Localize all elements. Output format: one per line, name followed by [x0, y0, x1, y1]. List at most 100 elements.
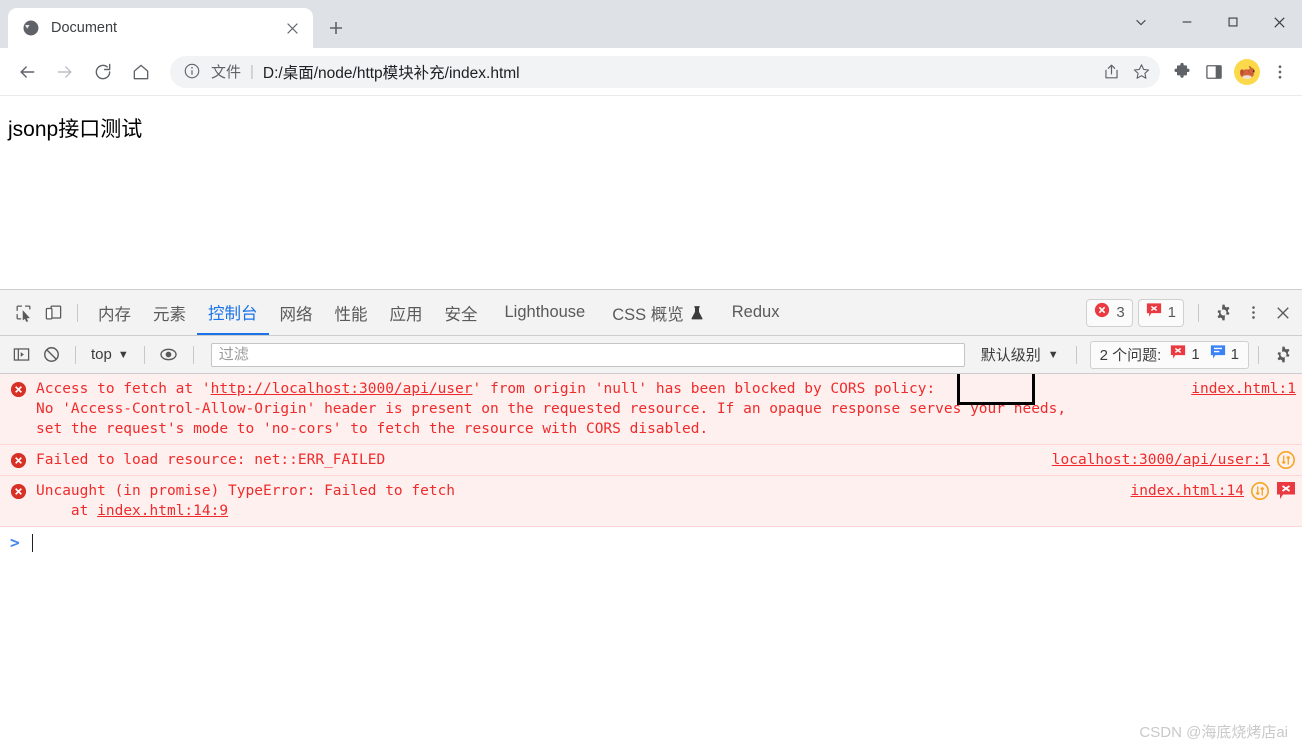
- tab-console[interactable]: 控制台: [197, 290, 269, 335]
- console-filter-input[interactable]: [210, 342, 965, 367]
- prompt-caret-icon: >: [10, 533, 20, 552]
- console-message-source[interactable]: index.html:1: [1191, 379, 1296, 399]
- tab-strip: Document: [0, 0, 351, 48]
- issue-bubble-icon: [1146, 302, 1162, 323]
- side-panel-icon[interactable]: [1198, 55, 1230, 89]
- tab-security[interactable]: 安全: [434, 290, 489, 335]
- issue-count-badge[interactable]: 1: [1137, 298, 1184, 327]
- address-bar[interactable]: 文件 | D:/桌面/node/http模块补充/index.html: [170, 55, 1160, 88]
- omnibox-actions: [1096, 57, 1156, 87]
- toolbar-divider: [77, 303, 78, 322]
- console-message-row[interactable]: Access to fetch at 'http://localhost:300…: [0, 374, 1302, 445]
- msg0-url-link[interactable]: http://localhost:3000/api/user: [211, 381, 473, 397]
- filter-divider-4: [1075, 345, 1077, 364]
- issues-summary-pill[interactable]: 2 个问题: 1 1: [1089, 340, 1249, 369]
- url-separator: |: [250, 63, 254, 80]
- url-text: D:/桌面/node/http模块补充/index.html: [262, 64, 520, 82]
- filter-divider-2: [143, 345, 145, 364]
- maximize-icon[interactable]: [1210, 0, 1256, 44]
- tab-memory[interactable]: 内存: [87, 290, 142, 335]
- execution-context-label: top: [91, 346, 112, 363]
- title-bar: Document: [0, 0, 1302, 48]
- star-icon[interactable]: [1126, 57, 1156, 87]
- filter-divider-1: [75, 345, 76, 364]
- gear-icon[interactable]: [1208, 298, 1238, 328]
- browser-tab[interactable]: Document: [8, 8, 313, 48]
- tab-close-icon[interactable]: [281, 17, 303, 39]
- tab-redux[interactable]: Redux: [715, 290, 797, 335]
- chevron-down-icon: ▼: [1047, 348, 1059, 361]
- msg2-stack-link[interactable]: index.html:14:9: [97, 503, 228, 519]
- dog-avatar[interactable]: [1234, 58, 1260, 85]
- console-message-row[interactable]: Failed to load resource: net::ERR_FAILED…: [0, 445, 1302, 476]
- error-circle-icon: [10, 452, 28, 470]
- console-sidebar-icon[interactable]: [6, 340, 36, 370]
- console-message-text: Uncaught (in promise) TypeError: Failed …: [36, 481, 1121, 521]
- network-issue-icon[interactable]: [1250, 481, 1270, 501]
- execution-context-selector[interactable]: top ▼: [85, 346, 135, 363]
- error-circle-icon: [10, 381, 28, 399]
- tab-title: Document: [51, 20, 118, 36]
- prompt-text-cursor: [31, 533, 33, 552]
- clear-console-icon[interactable]: [36, 340, 66, 370]
- issue-bubble-icon[interactable]: [1276, 481, 1296, 501]
- console-prompt-row[interactable]: >: [0, 527, 1302, 558]
- inspect-element-icon[interactable]: [8, 298, 38, 328]
- window-controls: [1118, 0, 1302, 44]
- forward-button[interactable]: [48, 55, 82, 89]
- devtools-close-icon[interactable]: [1268, 298, 1298, 328]
- network-issue-icon[interactable]: [1276, 450, 1296, 470]
- log-level-label: 默认级别: [980, 347, 1041, 364]
- console-message-source[interactable]: index.html:14: [1131, 481, 1245, 501]
- devtools-tab-bar: 内存 元素 控制台 网络 性能 应用 安全 Lighthouse CSS 概览 …: [0, 290, 1302, 336]
- filter-divider-3: [192, 345, 194, 364]
- error-circle-icon: [1094, 302, 1110, 323]
- back-button[interactable]: [10, 55, 44, 89]
- issue-bubble-icon: [1170, 344, 1186, 365]
- msg0-seg0: Access to fetch at ': [36, 381, 211, 397]
- console-message-text: Failed to load resource: net::ERR_FAILED: [36, 452, 386, 468]
- console-message-text: Access to fetch at 'http://localhost:300…: [36, 379, 1181, 439]
- live-expression-icon[interactable]: [154, 340, 184, 370]
- console-message-list: Access to fetch at 'http://localhost:300…: [0, 374, 1302, 751]
- tab-lighthouse[interactable]: Lighthouse: [489, 290, 602, 335]
- console-message-source-area: index.html:14: [1121, 481, 1297, 521]
- puzzle-icon[interactable]: [1166, 55, 1198, 89]
- console-message-source-area: index.html:1: [1181, 379, 1296, 439]
- page-heading: jsonp接口测试: [8, 118, 143, 141]
- error-count-badge[interactable]: 3: [1086, 298, 1133, 327]
- tab-css-overview[interactable]: CSS 概览: [601, 290, 715, 335]
- console-filter-bar: top ▼ 默认级别 ▼ 2 个问题:: [0, 336, 1302, 374]
- info-circle-icon[interactable]: [183, 62, 203, 82]
- minimize-icon[interactable]: [1164, 0, 1210, 44]
- browser-toolbar: 文件 | D:/桌面/node/http模块补充/index.html: [0, 48, 1302, 96]
- tab-performance[interactable]: 性能: [324, 290, 379, 335]
- log-level-selector[interactable]: 默认级别 ▼: [973, 344, 1067, 365]
- home-button[interactable]: [124, 55, 158, 89]
- close-window-icon[interactable]: [1256, 0, 1302, 44]
- console-settings-gear-icon[interactable]: [1268, 340, 1298, 370]
- error-circle-icon: [10, 483, 28, 501]
- share-icon[interactable]: [1096, 57, 1126, 87]
- tab-elements[interactable]: 元素: [142, 290, 197, 335]
- reload-button[interactable]: [86, 55, 120, 89]
- tab-css-overview-label: CSS 概览: [612, 305, 684, 324]
- devtools-panel: 内存 元素 控制台 网络 性能 应用 安全 Lighthouse CSS 概览 …: [0, 289, 1302, 751]
- tab-application[interactable]: 应用: [379, 290, 434, 335]
- filter-divider-5: [1258, 345, 1259, 364]
- chevron-down-icon[interactable]: [1118, 0, 1164, 44]
- info-bubble-icon: [1210, 344, 1226, 365]
- kebab-menu-icon[interactable]: [1264, 55, 1296, 89]
- devtools-more-icon[interactable]: [1238, 298, 1268, 328]
- tab-network[interactable]: 网络: [269, 290, 324, 335]
- new-tab-button[interactable]: [321, 13, 351, 43]
- console-message-source-area: localhost:3000/api/user:1: [1042, 450, 1296, 470]
- url-scheme-label: 文件: [211, 64, 242, 81]
- issues-label: 2 个问题:: [1099, 347, 1162, 364]
- console-message-source[interactable]: localhost:3000/api/user:1: [1052, 450, 1270, 470]
- issue-count: 1: [1167, 304, 1176, 321]
- issues-error-count: 1: [1191, 346, 1200, 363]
- console-message-row[interactable]: Uncaught (in promise) TypeError: Failed …: [0, 476, 1302, 527]
- chevron-down-icon: ▼: [117, 348, 129, 361]
- device-toolbar-icon[interactable]: [38, 298, 68, 328]
